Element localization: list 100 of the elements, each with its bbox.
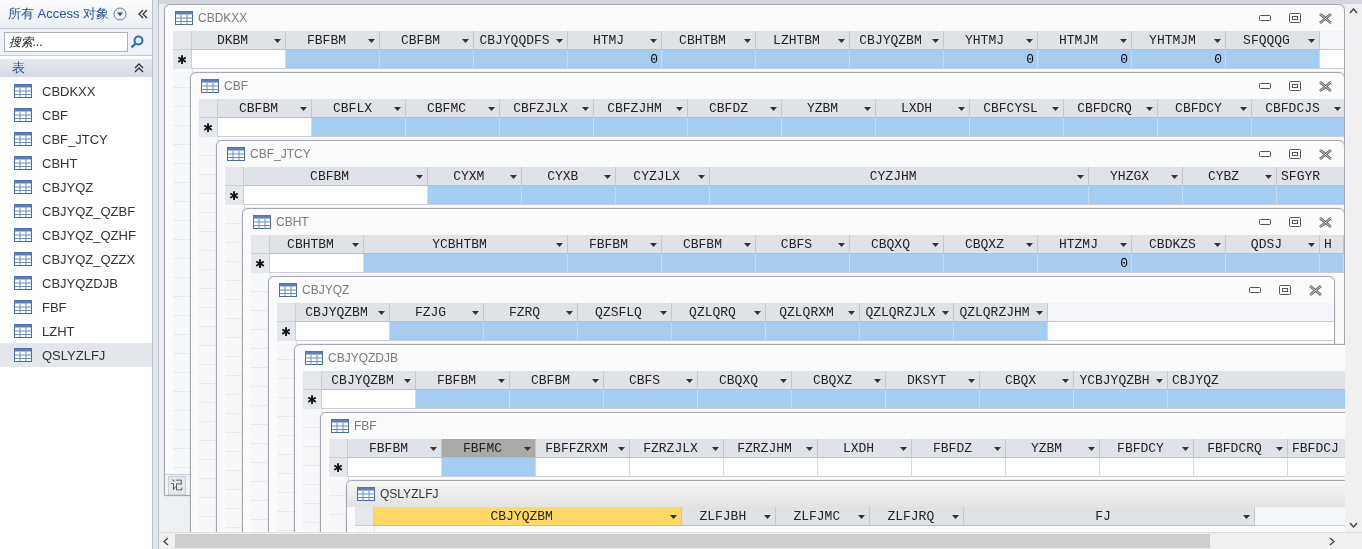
dropdown-arrow-icon[interactable]	[806, 447, 813, 451]
scroll-right-icon[interactable]	[1329, 536, 1335, 546]
table-cell[interactable]	[348, 458, 442, 477]
table-cell[interactable]	[698, 390, 792, 409]
column-header[interactable]: YHTMJM	[1132, 31, 1226, 50]
column-header[interactable]: FBFDCRQ	[1194, 439, 1288, 458]
table-cell[interactable]	[364, 254, 568, 273]
column-header[interactable]: CBQXQ	[698, 371, 792, 390]
dropdown-arrow-icon[interactable]	[660, 311, 667, 315]
table-cell[interactable]	[500, 118, 594, 137]
column-header[interactable]: CBFDCRQ	[1064, 99, 1158, 118]
group-header[interactable]: 表	[0, 59, 152, 77]
dropdown-arrow-icon[interactable]	[404, 379, 411, 383]
column-header[interactable]: YHTMJ	[944, 31, 1038, 50]
dropdown-arrow-icon[interactable]	[618, 447, 625, 451]
table-cell[interactable]	[192, 50, 286, 69]
dropdown-arrow-icon[interactable]	[1214, 39, 1221, 43]
column-header[interactable]: CBFBM	[661, 235, 756, 254]
table-cell[interactable]	[1158, 118, 1252, 137]
table-cell[interactable]	[536, 458, 630, 477]
column-header[interactable]: FBFBM	[567, 235, 662, 254]
column-header[interactable]: FZRZJHM	[724, 439, 818, 458]
column-header[interactable]: CBQXZ	[792, 371, 886, 390]
dropdown-arrow-icon[interactable]	[582, 107, 589, 111]
table-cell[interactable]	[886, 390, 980, 409]
column-header[interactable]: CBFZJHM	[594, 99, 688, 118]
table-cell[interactable]	[474, 50, 568, 69]
column-header[interactable]: QZLQRQ	[672, 303, 766, 322]
table-cell[interactable]	[860, 322, 954, 341]
table-cell[interactable]	[380, 50, 474, 69]
dropdown-arrow-icon[interactable]	[1052, 107, 1059, 111]
close-button[interactable]	[1319, 216, 1332, 228]
table-cell[interactable]	[661, 254, 756, 273]
column-header[interactable]: CBFS	[755, 235, 850, 254]
column-header[interactable]: FZJG	[390, 303, 484, 322]
column-header[interactable]: FBFDCJ	[1288, 439, 1345, 458]
table-cell[interactable]	[630, 458, 724, 477]
dropdown-arrow-icon[interactable]	[462, 39, 469, 43]
dropdown-arrow-icon[interactable]	[416, 175, 424, 179]
table-cell[interactable]	[1319, 254, 1344, 273]
table-list-item[interactable]: CBHT	[0, 151, 152, 175]
column-header[interactable]: CBQXQ	[849, 235, 944, 254]
table-cell[interactable]	[428, 186, 523, 205]
dropdown-arrow-icon[interactable]	[378, 311, 385, 315]
dropdown-arrow-icon[interactable]	[686, 379, 693, 383]
column-header[interactable]: CBJYQZBM	[850, 31, 944, 50]
dropdown-arrow-icon[interactable]	[1146, 107, 1153, 111]
close-button[interactable]	[1319, 148, 1332, 160]
dropdown-arrow-icon[interactable]	[712, 447, 719, 451]
column-header[interactable]: ZLFJRQ	[870, 507, 965, 526]
dropdown-arrow-icon[interactable]	[848, 311, 855, 315]
dropdown-arrow-icon[interactable]	[968, 379, 975, 383]
column-header[interactable]: LXDH	[818, 439, 912, 458]
dropdown-arrow-icon[interactable]	[1182, 447, 1189, 451]
scroll-thumb[interactable]	[175, 534, 1210, 548]
table-cell[interactable]	[510, 390, 604, 409]
table-cell[interactable]	[244, 186, 429, 205]
table-cell[interactable]	[688, 118, 782, 137]
dropdown-arrow-icon[interactable]	[524, 447, 531, 451]
table-cell[interactable]	[850, 50, 944, 69]
table-cell[interactable]	[416, 390, 510, 409]
dropdown-arrow-icon[interactable]	[864, 107, 871, 111]
window-title-bar[interactable]: CBJYQZDJB	[295, 345, 1345, 371]
table-cell[interactable]	[970, 118, 1064, 137]
record-navigation-label[interactable]: 记	[168, 475, 186, 495]
column-header[interactable]: CBHTBM	[662, 31, 756, 50]
dropdown-arrow-icon[interactable]	[1307, 243, 1315, 247]
column-header[interactable]: CBQXZ	[943, 235, 1038, 254]
column-header[interactable]: FBFBM	[286, 31, 380, 50]
table-list-item[interactable]: CBF	[0, 103, 152, 127]
dropdown-arrow-icon[interactable]	[1213, 243, 1221, 247]
table-cell[interactable]	[1074, 390, 1168, 409]
table-list-item[interactable]: LZHT	[0, 319, 152, 343]
table-cell[interactable]	[1252, 118, 1344, 137]
table-cell[interactable]	[849, 254, 944, 273]
dropdown-arrow-icon[interactable]	[942, 311, 949, 315]
table-cell[interactable]	[406, 118, 500, 137]
column-header[interactable]: CBHTBM	[270, 235, 364, 254]
window-title-bar[interactable]: QSLYZLFJ	[347, 481, 1345, 507]
search-field[interactable]: 搜索...	[4, 32, 128, 52]
column-header[interactable]: YHZGX	[1089, 167, 1184, 186]
dropdown-arrow-icon[interactable]	[1334, 107, 1341, 111]
table-cell[interactable]	[312, 118, 406, 137]
column-header[interactable]: CBJYQZ	[1168, 371, 1345, 390]
column-header[interactable]: QZLQRZJHM	[954, 303, 1048, 322]
column-header[interactable]: CBFBM	[218, 99, 312, 118]
column-header[interactable]: FBFDZ	[912, 439, 1006, 458]
dropdown-arrow-icon[interactable]	[566, 311, 573, 315]
column-header[interactable]: CBFMC	[406, 99, 500, 118]
column-header[interactable]: SFGYR	[1277, 167, 1344, 186]
dropdown-arrow-icon[interactable]	[874, 379, 881, 383]
dropdown-arrow-icon[interactable]	[555, 243, 563, 247]
dropdown-arrow-icon[interactable]	[1077, 175, 1085, 179]
dropdown-arrow-icon[interactable]	[430, 447, 437, 451]
column-header[interactable]: QZSFLQ	[578, 303, 672, 322]
column-header[interactable]: ZLFJBH	[682, 507, 777, 526]
dropdown-arrow-icon[interactable]	[770, 107, 777, 111]
collapse-icon[interactable]	[134, 63, 144, 73]
dropdown-arrow-icon[interactable]	[352, 243, 359, 247]
dropdown-arrow-icon[interactable]	[1265, 175, 1273, 179]
